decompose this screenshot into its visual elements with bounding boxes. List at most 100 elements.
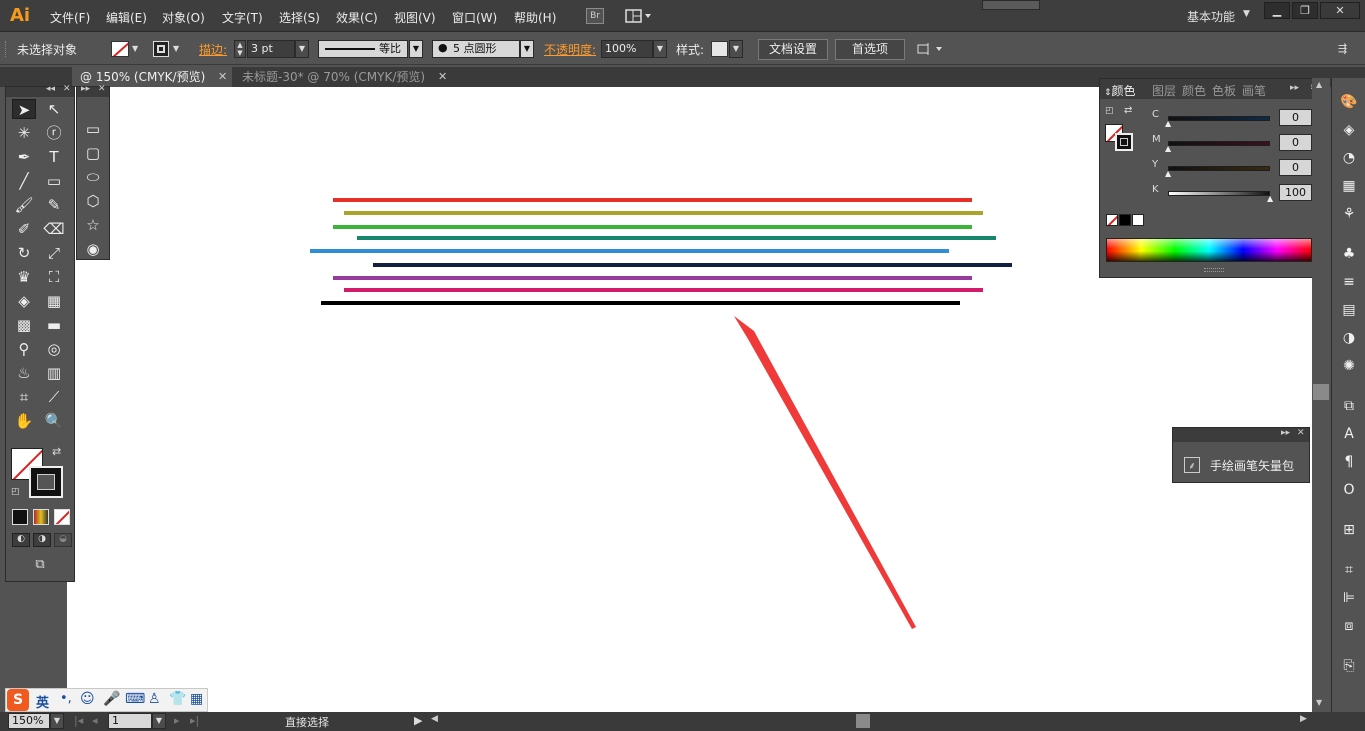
style-swatch[interactable] xyxy=(711,41,728,57)
direct-selection-tool-icon[interactable]: ↖ xyxy=(42,99,66,119)
mini-swap-icon[interactable]: ⇄ xyxy=(1124,105,1132,116)
menu-file[interactable]: 文件(F) xyxy=(50,9,90,26)
tab-document-1[interactable]: @ 150% (CMYK/预览) ✕ xyxy=(72,67,232,87)
document-setup-button[interactable]: 文档设置 xyxy=(758,39,828,60)
yellow-slider[interactable]: Y ▲ 0 % xyxy=(1152,159,1324,178)
punctuation-icon[interactable]: •, xyxy=(60,691,72,706)
transparency-icon[interactable]: ◑ xyxy=(1339,328,1359,348)
ime-language[interactable]: 英 xyxy=(36,692,49,711)
stroke-weight-spinner[interactable]: ▲ ▼ xyxy=(234,40,246,58)
pen-tool-icon[interactable]: ✒ xyxy=(12,147,36,167)
slider-track[interactable] xyxy=(1168,116,1270,121)
slider-handle[interactable]: ▲ xyxy=(1267,194,1273,203)
flare-tool-icon[interactable]: ◉ xyxy=(81,239,105,259)
menu-view[interactable]: 视图(V) xyxy=(394,9,436,26)
align-icon[interactable]: ⊫ xyxy=(1339,588,1359,608)
perspective-grid-tool-icon[interactable]: ▦ xyxy=(42,291,66,311)
pathfinder-icon[interactable]: ⧈ xyxy=(1339,616,1359,636)
graphic-styles-icon[interactable]: ⧉ xyxy=(1339,396,1359,416)
opacity-input[interactable]: 100% xyxy=(601,40,653,58)
brush-library-item[interactable]: 手绘画笔矢量包 xyxy=(1210,457,1294,474)
star-tool-icon[interactable]: ☆ xyxy=(81,215,105,235)
prev-page-icon[interactable]: ◂ xyxy=(92,714,98,727)
search-field[interactable] xyxy=(982,0,1040,10)
mini-default-colors-icon[interactable]: ◰ xyxy=(1105,106,1114,116)
artboards-icon[interactable]: ⌗ xyxy=(1339,560,1359,580)
first-page-icon[interactable]: |◂ xyxy=(74,714,83,727)
menu-effect[interactable]: 效果(C) xyxy=(336,9,378,26)
slider-track[interactable] xyxy=(1168,141,1270,146)
zoom-dropdown[interactable]: ▼ xyxy=(50,713,64,729)
screen-mode-icon[interactable]: ⧉ xyxy=(28,557,52,573)
color-guide-icon[interactable]: 🎨 xyxy=(1339,92,1359,112)
opacity-label[interactable]: 不透明度: xyxy=(544,41,596,58)
gradient-icon[interactable]: ▤ xyxy=(1339,300,1359,320)
polygon-tool-icon[interactable]: ⬡ xyxy=(81,191,105,211)
layers-icon[interactable]: ◈ xyxy=(1339,120,1359,140)
tab-color-guide[interactable]: 颜色 xyxy=(1182,82,1206,99)
hand-tool-icon[interactable]: ✋ xyxy=(12,411,36,431)
rounded-rectangle-tool-icon[interactable]: ▢ xyxy=(81,143,105,163)
default-colors-icon[interactable]: ◰ xyxy=(11,487,20,497)
stroke-icon[interactable]: ≡ xyxy=(1339,272,1359,292)
toolbox-icon[interactable]: ▦ xyxy=(190,691,203,707)
style-dropdown[interactable]: ▼ xyxy=(729,40,743,58)
color-icon[interactable]: ◔ xyxy=(1339,148,1359,168)
gradient-tool-icon[interactable]: ▬ xyxy=(42,315,66,335)
color-mode-icon[interactable] xyxy=(12,509,28,525)
stroke-label[interactable]: 描边: xyxy=(199,41,227,58)
brush-definition[interactable]: ● 5 点圆形 xyxy=(432,40,520,58)
variable-width-profile[interactable]: 等比 xyxy=(318,40,408,58)
stroke-color-box[interactable] xyxy=(29,466,63,498)
collapse-icon[interactable]: ▸▸ xyxy=(1281,428,1290,438)
align-options-icon[interactable] xyxy=(916,41,948,57)
brush-library-icon[interactable]: ⸙ xyxy=(1184,457,1200,473)
panel-resize-grip[interactable] xyxy=(1204,268,1224,272)
panel-stroke-swatch[interactable] xyxy=(1115,133,1133,151)
tab-swatches[interactable]: 色板 xyxy=(1212,82,1236,99)
lasso-tool-icon[interactable]: ⓡ xyxy=(42,123,66,143)
sogou-logo-icon[interactable]: S xyxy=(7,689,29,711)
opacity-dropdown[interactable]: ▼ xyxy=(653,40,667,58)
tools-panel-header[interactable]: ◂◂ ✕ xyxy=(6,84,74,97)
menu-help[interactable]: 帮助(H) xyxy=(514,9,556,26)
stroke-swatch[interactable] xyxy=(153,41,169,57)
tab-color[interactable]: ⇕颜色 xyxy=(1104,82,1136,99)
cyan-slider[interactable]: C ▲ 0 % xyxy=(1152,109,1324,128)
tab-document-2[interactable]: 未标题-30* @ 70% (CMYK/预览) ✕ xyxy=(234,67,452,87)
paintbrush-tool-icon[interactable]: 🖌 xyxy=(12,195,36,215)
arrange-documents-icon[interactable] xyxy=(625,8,653,24)
collapse-icon[interactable]: ◂◂ xyxy=(46,84,55,94)
workspace-chevron-icon[interactable]: ▼ xyxy=(1243,9,1250,19)
white-swatch[interactable] xyxy=(1132,214,1144,226)
stroke-weight-dropdown[interactable]: ▼ xyxy=(295,40,309,58)
stroke-chevron-icon[interactable]: ▼ xyxy=(173,44,179,53)
slider-handle[interactable]: ▲ xyxy=(1165,169,1171,178)
gradient-mode-icon[interactable] xyxy=(33,509,49,525)
keyboard-icon[interactable]: ⌨ xyxy=(125,691,145,707)
close-tab-icon[interactable]: ✕ xyxy=(218,67,227,87)
h-scroll-thumb[interactable] xyxy=(856,714,870,728)
scale-tool-icon[interactable]: ⤢ xyxy=(42,243,66,263)
close-button[interactable]: ✕ xyxy=(1320,2,1360,19)
stroke-weight-input[interactable]: 3 pt xyxy=(247,40,295,58)
skin-icon[interactable]: 👕 xyxy=(169,691,186,707)
rectangle-tool-icon[interactable]: ▭ xyxy=(42,171,66,191)
menu-edit[interactable]: 编辑(E) xyxy=(106,9,147,26)
brush-panel-header[interactable]: ▸▸ ✕ xyxy=(1173,428,1309,442)
blob-brush-tool-icon[interactable]: ✐ xyxy=(12,219,36,239)
zoom-input[interactable]: 150% xyxy=(8,713,50,729)
draw-behind-icon[interactable]: ◑ xyxy=(33,533,51,547)
rectangle-tool-icon[interactable]: ▭ xyxy=(81,119,105,139)
fill-chevron-icon[interactable]: ▼ xyxy=(132,44,138,53)
line-tool-icon[interactable]: ╱ xyxy=(12,171,36,191)
appearance-icon[interactable]: ✺ xyxy=(1339,356,1359,376)
fill-swatch[interactable] xyxy=(111,41,129,57)
menu-window[interactable]: 窗口(W) xyxy=(452,9,497,26)
slider-track[interactable] xyxy=(1168,191,1270,196)
symbol-sprayer-tool-icon[interactable]: ♨ xyxy=(12,363,36,383)
character-icon[interactable]: A xyxy=(1339,424,1359,444)
draw-inside-icon[interactable]: ◒ xyxy=(54,533,72,547)
zoom-tool-icon[interactable]: 🔍 xyxy=(42,411,66,431)
scroll-left-icon[interactable]: ◀ xyxy=(431,714,438,724)
